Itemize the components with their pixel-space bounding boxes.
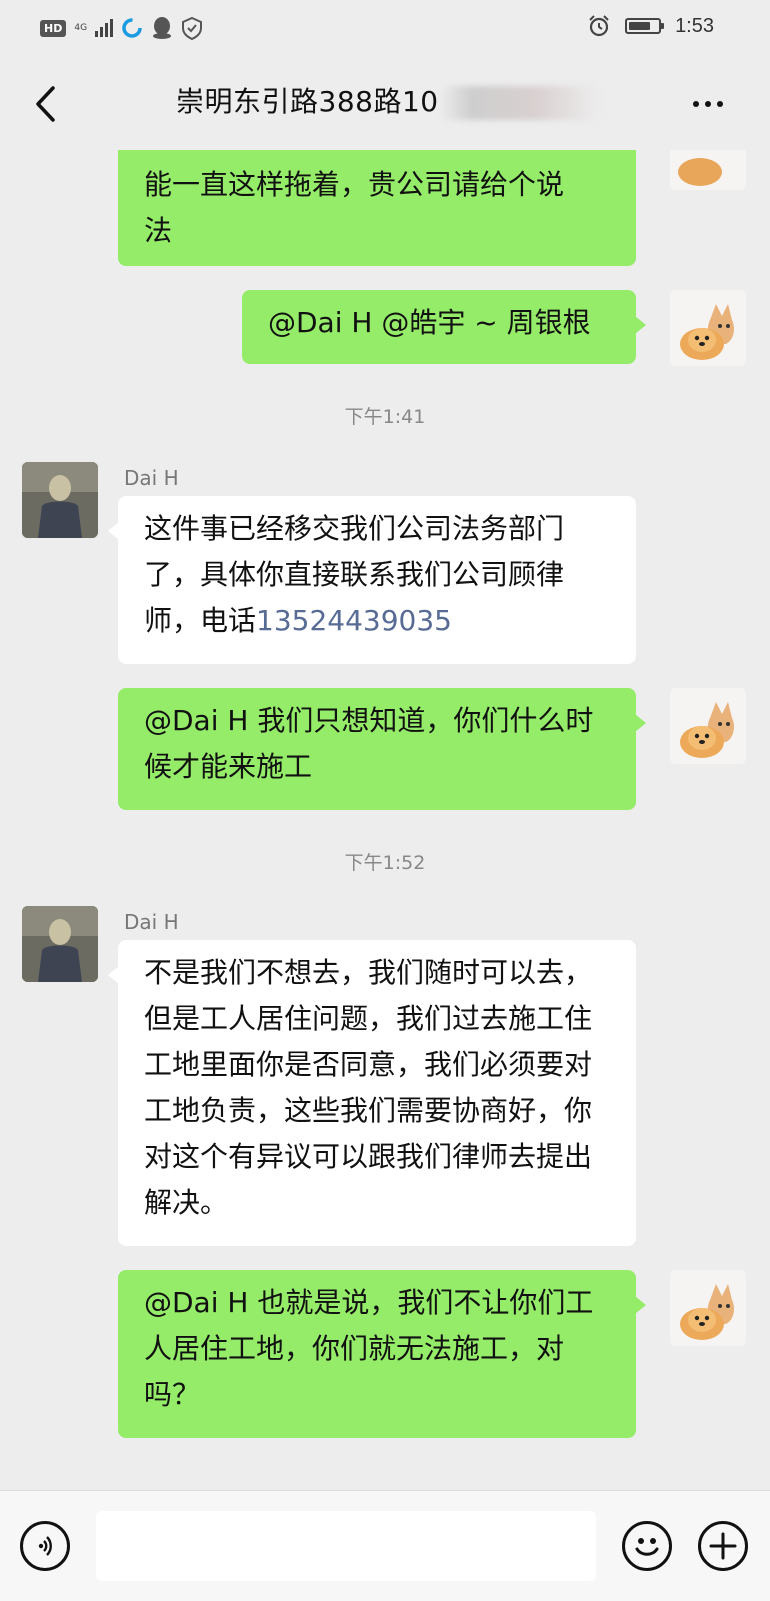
chat-header: 崇明东引路388路10 — [0, 58, 770, 150]
input-bar — [0, 1490, 770, 1601]
my-message-bubble[interactable]: @Dai H 也就是说，我们不让你们工人居住工地，你们就无法施工，对吗？ — [118, 1270, 646, 1438]
message-text: 不是我们不想去，我们随时可以去，但是工人居住问题，我们过去施工住工地里面你是否同… — [144, 956, 593, 1219]
more-options-button[interactable] — [680, 84, 736, 124]
status-bar: HD 4G 1:53 — [0, 0, 770, 58]
battery-icon — [625, 18, 665, 34]
status-time: 1:53 — [675, 14, 714, 37]
person-avatar-icon — [22, 462, 98, 538]
back-button[interactable] — [18, 76, 74, 132]
dog-cat-avatar-icon — [670, 1270, 746, 1346]
message-text: @Dai H @皓宇 ~ 周银根 — [268, 306, 591, 339]
sync-icon — [122, 18, 142, 38]
plus-icon — [709, 1532, 737, 1560]
my-avatar[interactable] — [670, 290, 746, 366]
my-avatar[interactable] — [670, 688, 746, 764]
chevron-left-icon — [36, 86, 55, 122]
dog-cat-avatar-icon — [670, 150, 746, 190]
status-bar-right: 1:53 — [587, 14, 714, 38]
message-text: @Dai H 也就是说，我们不让你们工人居住工地，你们就无法施工，对吗？ — [144, 1286, 594, 1411]
more-functions-button[interactable] — [698, 1521, 748, 1571]
voice-button[interactable] — [20, 1521, 70, 1571]
my-avatar[interactable] — [670, 1270, 746, 1346]
message-input[interactable] — [96, 1511, 596, 1581]
voice-icon — [38, 1536, 52, 1556]
qq-icon — [153, 17, 172, 39]
redaction-blur — [440, 86, 600, 120]
my-message-bubble[interactable]: 能一直这样拖着，贵公司请给个说 法 — [118, 150, 636, 266]
my-avatar[interactable] — [670, 150, 746, 190]
sender-name: Dai H — [124, 910, 179, 934]
message-text: @Dai H 我们只想知道，你们什么时候才能来施工 — [144, 704, 594, 783]
sender-name: Dai H — [124, 466, 179, 490]
emoji-icon — [635, 1538, 659, 1556]
timestamp: 下午1:52 — [344, 852, 426, 874]
alarm-icon — [589, 15, 609, 37]
message-list[interactable]: 能一直这样拖着，贵公司请给个说 法 @Dai H @皓宇 ~ 周银根 下午1:4… — [0, 150, 770, 1490]
contact-message-bubble[interactable]: 不是我们不想去，我们随时可以去，但是工人居住问题，我们过去施工住工地里面你是否同… — [108, 940, 636, 1246]
signal-icon — [95, 19, 114, 37]
contact-message-bubble[interactable]: 这件事已经移交我们公司法务部门了，具体你直接联系我们公司顾律师，电话135244… — [108, 496, 636, 664]
hd-badge-icon: HD — [40, 19, 67, 37]
dog-cat-avatar-icon — [670, 688, 746, 764]
dog-cat-avatar-icon — [670, 290, 746, 366]
phone-number-link[interactable]: 13524439035 — [256, 604, 452, 637]
my-message-bubble[interactable]: @Dai H 我们只想知道，你们什么时候才能来施工 — [118, 688, 646, 810]
chat-title: 崇明东引路388路10 — [176, 85, 439, 118]
message-line: 法 — [144, 214, 173, 247]
contact-avatar[interactable] — [22, 462, 98, 538]
status-bar-left: HD 4G — [40, 16, 203, 40]
shield-icon — [182, 16, 203, 40]
message-line: 能一直这样拖着，贵公司请给个说 — [144, 168, 565, 201]
emoji-button[interactable] — [622, 1521, 672, 1571]
my-message-bubble[interactable]: @Dai H @皓宇 ~ 周银根 — [242, 290, 646, 364]
contact-avatar[interactable] — [22, 906, 98, 982]
more-dots-icon — [693, 101, 699, 107]
timestamp: 下午1:41 — [344, 406, 426, 428]
network-type-label: 4G — [74, 22, 88, 33]
person-avatar-icon — [22, 906, 98, 982]
